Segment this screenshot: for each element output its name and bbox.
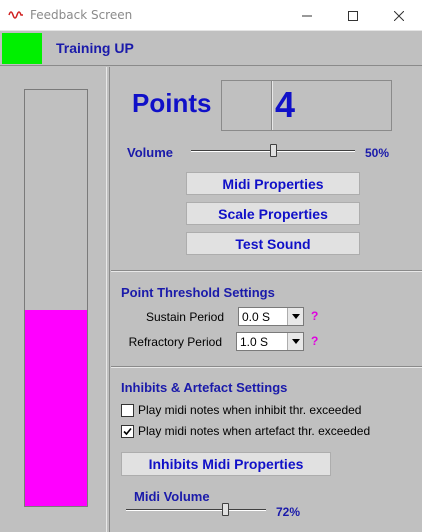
maximize-button[interactable] — [330, 0, 376, 31]
feedback-bar-panel — [0, 67, 110, 532]
feedback-level-fill — [25, 310, 87, 506]
volume-slider[interactable] — [191, 144, 355, 158]
mode-label: Training UP — [56, 40, 134, 56]
waveform-app-icon — [8, 11, 23, 19]
artefact-checkbox-label: Play midi notes when artefact thr. excee… — [138, 424, 371, 438]
mode-header: Training UP — [0, 31, 422, 66]
feedback-level-bar — [24, 89, 88, 507]
section-divider — [111, 366, 422, 368]
window-title: Feedback Screen — [30, 8, 133, 22]
close-button[interactable] — [376, 0, 422, 31]
test-sound-button[interactable]: Test Sound — [186, 232, 360, 255]
volume-slider-thumb[interactable] — [270, 144, 277, 157]
artefact-checkbox[interactable] — [121, 424, 134, 438]
inhibits-section-title: Inhibits & Artefact Settings — [121, 380, 288, 395]
inhibits-midi-properties-button[interactable]: Inhibits Midi Properties — [121, 452, 331, 476]
minimize-button[interactable] — [284, 0, 330, 31]
title-bar: Feedback Screen — [0, 0, 422, 31]
sustain-period-value: 0.0 S — [242, 310, 271, 324]
sustain-help-icon[interactable]: ? — [311, 309, 318, 323]
threshold-section-title: Point Threshold Settings — [121, 285, 275, 300]
refractory-period-value: 1.0 S — [240, 335, 269, 349]
section-divider — [111, 270, 422, 272]
chevron-down-icon[interactable] — [287, 333, 303, 350]
artefact-checkbox-row[interactable]: Play midi notes when artefact thr. excee… — [121, 424, 370, 438]
chevron-down-icon[interactable] — [287, 308, 303, 325]
points-value: 4 — [275, 84, 296, 125]
midi-volume-slider-track — [126, 509, 266, 511]
inhibit-checkbox-row[interactable]: Play midi notes when inhibit thr. exceed… — [121, 403, 361, 417]
sustain-period-select[interactable]: 0.0 S — [238, 307, 304, 326]
refractory-period-select[interactable]: 1.0 S — [236, 332, 304, 351]
volume-value: 50% — [365, 146, 390, 160]
maximize-icon — [348, 10, 358, 21]
midi-volume-label: Midi Volume — [134, 489, 210, 504]
minimize-icon — [302, 15, 312, 16]
sustain-period-label: Sustain Period — [145, 310, 224, 324]
checkmark-icon — [123, 427, 132, 435]
points-display — [221, 80, 392, 131]
midi-properties-button[interactable]: Midi Properties — [186, 172, 360, 195]
inhibit-checkbox-label: Play midi notes when inhibit thr. exceed… — [138, 403, 362, 417]
refractory-period-label: Refractory Period — [128, 335, 222, 349]
inhibit-checkbox[interactable] — [121, 403, 134, 417]
refractory-help-icon[interactable]: ? — [311, 334, 318, 348]
volume-label: Volume — [127, 145, 173, 160]
close-icon — [394, 10, 404, 21]
scale-properties-button[interactable]: Scale Properties — [186, 202, 360, 225]
midi-volume-slider[interactable] — [126, 503, 266, 517]
points-divider — [271, 81, 273, 130]
midi-volume-slider-thumb[interactable] — [222, 503, 229, 516]
midi-volume-value: 72% — [276, 505, 301, 519]
points-label: Points — [132, 88, 212, 118]
status-indicator — [2, 33, 42, 64]
